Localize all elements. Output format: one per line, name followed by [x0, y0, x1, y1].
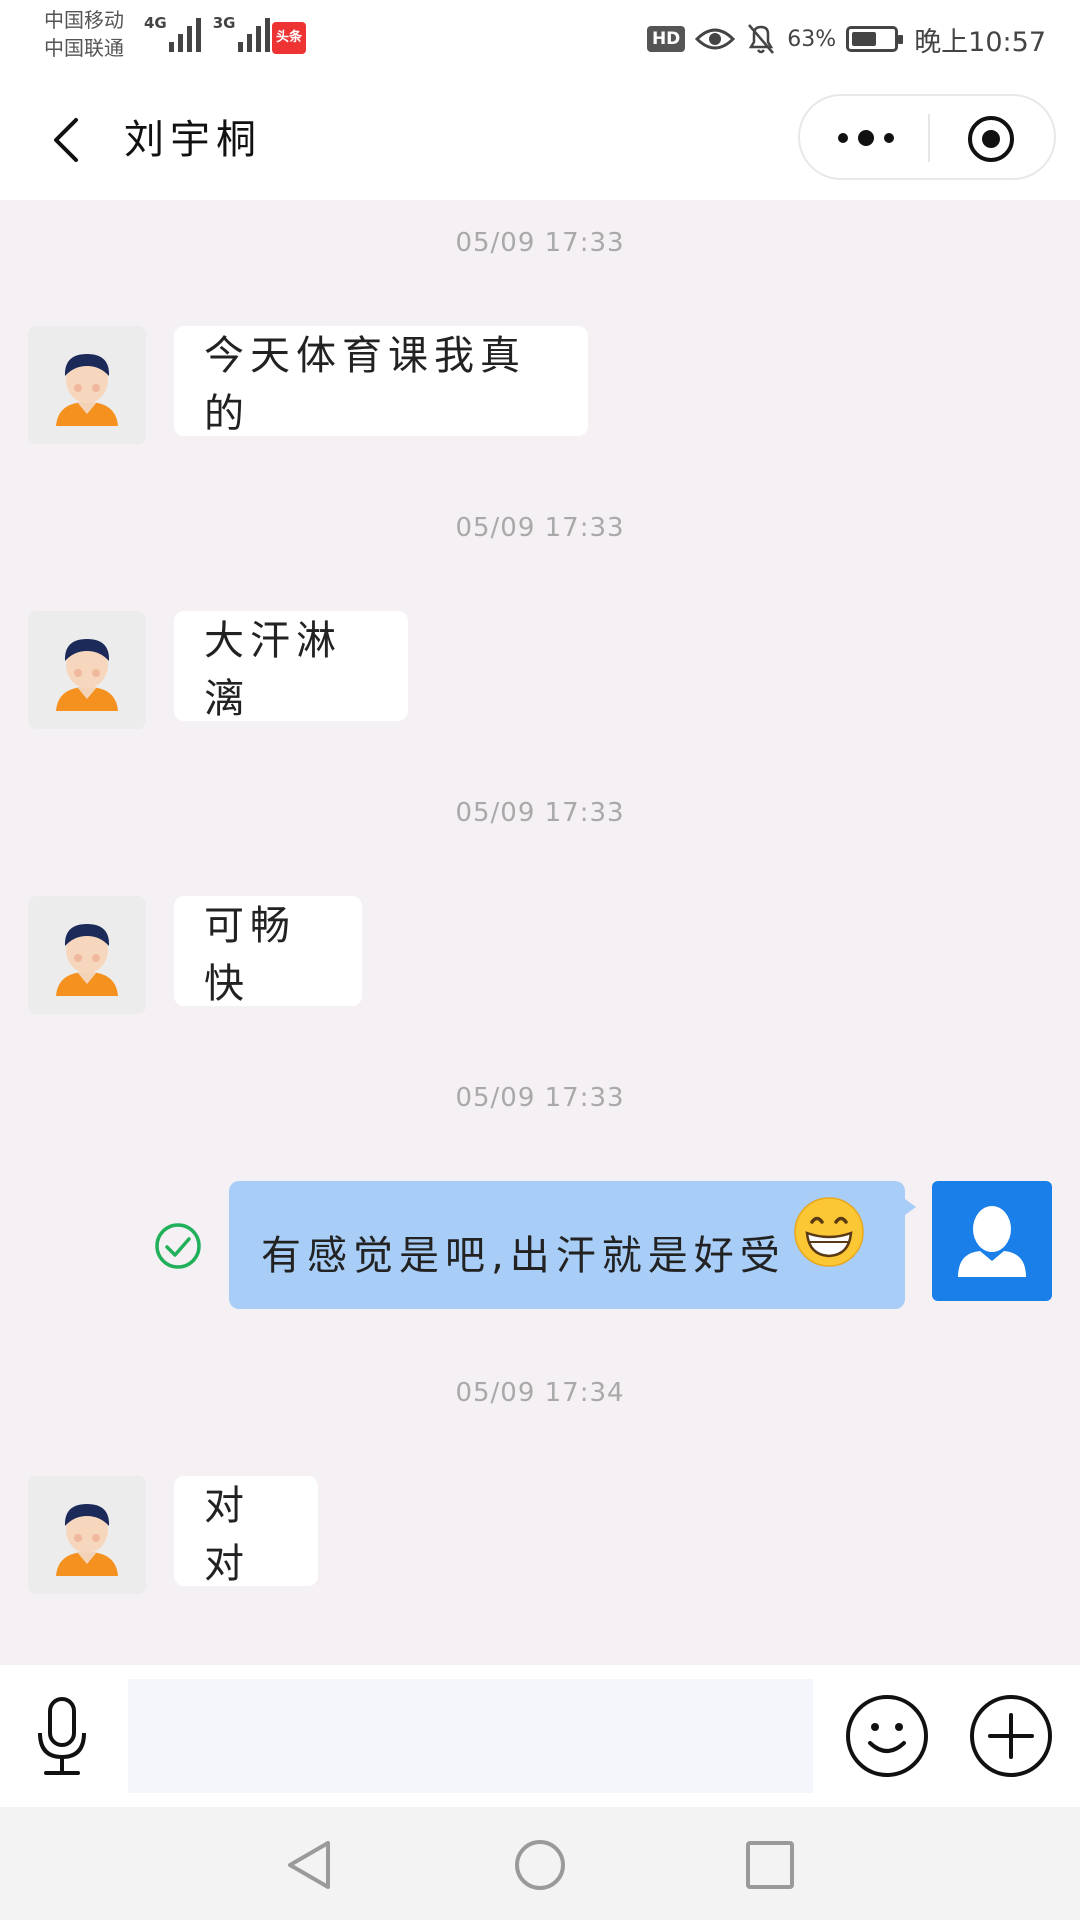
contact-avatar[interactable]: [28, 896, 146, 1014]
nav-home-icon[interactable]: [512, 1837, 568, 1893]
toutiao-app-icon: 头条: [272, 22, 306, 54]
message-list[interactable]: 05/09 17:33 今天体育课我真的 05/09 17:33 大汗淋漓 05…: [0, 200, 1080, 1665]
network-1-label: 4G: [144, 14, 167, 32]
grinning-face-emoji-icon: [793, 1197, 864, 1267]
back-arrow-icon[interactable]: [40, 112, 96, 168]
user-avatar-icon: [56, 639, 118, 711]
contact-avatar[interactable]: [28, 1476, 146, 1594]
user-avatar-icon: [56, 354, 118, 426]
message-text: 对对: [204, 1483, 250, 1587]
default-user-icon: [958, 1206, 1026, 1277]
network-2-label: 3G: [212, 14, 236, 32]
delivered-check-icon: [155, 1223, 201, 1269]
system-navigation-bar: [0, 1807, 1080, 1920]
capsule-divider: [928, 114, 930, 162]
carrier-2-label: 中国联通: [44, 36, 124, 60]
my-avatar[interactable]: [932, 1181, 1052, 1301]
message-text: 有感觉是吧,出汗就是好受: [261, 1233, 786, 1279]
more-options-button[interactable]: [826, 112, 906, 164]
message-timestamp: 05/09 17:33: [455, 513, 625, 543]
my-message-bubble[interactable]: 有感觉是吧,出汗就是好受: [229, 1181, 916, 1309]
battery-percent: 63%: [787, 26, 837, 52]
status-clock: 晚上10:57: [914, 26, 1046, 58]
signal-bars-1-icon: [168, 14, 201, 52]
message-timestamp: 05/09 17:33: [455, 1083, 625, 1113]
contact-avatar[interactable]: [28, 611, 146, 729]
message-text: 大汗淋漓: [204, 618, 342, 722]
carrier-info: 中国移动 中国联通: [44, 6, 124, 62]
user-avatar-icon: [56, 924, 118, 996]
battery-icon: [846, 26, 904, 52]
carrier-1-label: 中国移动: [44, 8, 124, 32]
input-bar: [0, 1665, 1080, 1807]
message-bubble[interactable]: 大汗淋漓: [174, 611, 408, 722]
contact-avatar[interactable]: [28, 326, 146, 444]
plus-icon[interactable]: [968, 1693, 1054, 1779]
message-timestamp: 05/09 17:33: [455, 228, 625, 258]
user-avatar-icon: [56, 1504, 118, 1576]
chat-header: 刘宇桐: [0, 80, 1080, 200]
signal-bars-2-icon: [237, 14, 270, 52]
page-title: 刘宇桐: [124, 117, 262, 163]
mini-program-capsule: [798, 94, 1056, 180]
eye-icon: [695, 28, 736, 50]
signal-indicators: 4G 3G: [144, 14, 270, 52]
mute-bell-icon: [748, 24, 775, 54]
hd-icon: HD: [646, 26, 686, 52]
message-timestamp: 05/09 17:34: [455, 1378, 625, 1408]
message-text: 今天体育课我真的: [204, 333, 526, 437]
message-bubble[interactable]: 可畅快: [174, 896, 362, 1007]
emoji-icon[interactable]: [844, 1693, 930, 1779]
nav-recents-icon[interactable]: [742, 1837, 798, 1893]
message-bubble[interactable]: 今天体育课我真的: [174, 326, 588, 437]
message-text: 可畅快: [204, 903, 296, 1007]
status-bar: 中国移动 中国联通 4G 3G 头条 HD 63% 晚上10:57: [0, 0, 1080, 80]
microphone-icon[interactable]: [34, 1697, 90, 1777]
message-timestamp: 05/09 17:33: [455, 798, 625, 828]
message-input[interactable]: [128, 1679, 813, 1793]
close-mini-program-icon[interactable]: [966, 114, 1016, 164]
nav-back-icon[interactable]: [282, 1837, 338, 1893]
system-icons: HD 63% 晚上10:57: [646, 14, 1080, 64]
message-bubble[interactable]: 对对: [174, 1476, 318, 1587]
